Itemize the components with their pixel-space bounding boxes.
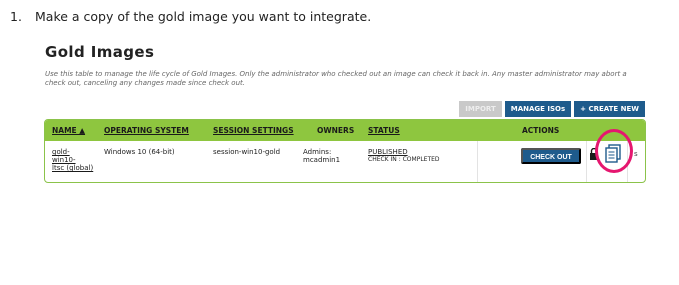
- toolbar: IMPORT MANAGE ISOs + CREATE NEW: [459, 101, 645, 117]
- column-header-status[interactable]: STATUS: [368, 126, 400, 135]
- manage-isos-button[interactable]: MANAGE ISOs: [504, 101, 572, 117]
- check-out-button[interactable]: CHECK OUT: [521, 148, 581, 164]
- column-header-name[interactable]: NAME ▲: [52, 126, 85, 135]
- column-header-session[interactable]: SESSION SETTINGS: [213, 126, 294, 135]
- column-divider: [586, 141, 587, 182]
- create-new-button[interactable]: + CREATE NEW: [574, 101, 645, 117]
- step-text: Make a copy of the gold image you want t…: [35, 9, 372, 24]
- status-cell: PUBLISHED CHECK IN : COMPLETED: [368, 148, 440, 164]
- session-cell: session-win10-gold: [213, 148, 281, 156]
- column-divider: [477, 141, 478, 182]
- owners-line: Admins:: [303, 148, 332, 156]
- import-button[interactable]: IMPORT: [459, 101, 502, 117]
- column-header-os[interactable]: OPERATING SYSTEM: [104, 126, 189, 135]
- page-description: Use this table to manage the life cycle …: [45, 70, 627, 87]
- image-name-line: win10-: [52, 156, 76, 164]
- column-header-owners: OWNERS: [317, 126, 355, 135]
- image-name-line: gold-: [52, 148, 70, 156]
- truncated-text: s: [634, 150, 638, 158]
- os-cell: Windows 10 (64-bit): [104, 148, 175, 156]
- table-header: NAME ▲ OPERATING SYSTEM SESSION SETTINGS…: [45, 120, 645, 141]
- image-name-line: ltsc (global): [52, 164, 94, 172]
- highlight-circle: [595, 129, 633, 173]
- owners-line: mcadmin1: [303, 156, 341, 164]
- step-number: 1.: [10, 9, 22, 24]
- status-detail: CHECK IN : COMPLETED: [368, 156, 440, 163]
- image-name-link[interactable]: gold- win10- ltsc (global): [52, 148, 93, 172]
- status-link[interactable]: PUBLISHED: [368, 148, 440, 156]
- owners-cell: Admins: mcadmin1: [303, 148, 340, 164]
- column-header-actions: ACTIONS: [522, 126, 560, 135]
- instruction-step: 1. Make a copy of the gold image you want…: [10, 9, 371, 24]
- page-title: Gold Images: [45, 43, 155, 61]
